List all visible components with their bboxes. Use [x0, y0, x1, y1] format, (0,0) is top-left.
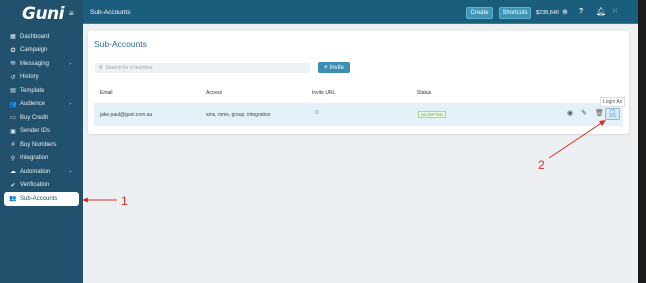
check-circle-icon: ✔ — [10, 182, 16, 189]
sidebar-item-label: Sender IDs — [20, 128, 51, 135]
guni-logo[interactable]: Guni — [22, 4, 65, 24]
sidebar-item-integration[interactable]: ⚲ Integration — [0, 152, 83, 166]
eye-icon[interactable]: ◉ — [567, 110, 573, 117]
sidebar-item-verification[interactable]: ✔ Verification — [0, 179, 83, 193]
sidebar-item-label: Automation — [20, 168, 51, 175]
chevron-right-icon: › — [69, 101, 71, 108]
sub-accounts-icon: 👥 — [9, 196, 17, 203]
sender-id-icon: ▣ — [10, 128, 16, 135]
row-access: sms, mms, group, integration — [206, 112, 271, 118]
invite-button[interactable]: + Invite — [318, 62, 350, 73]
search-input[interactable]: ⚲ Search for a member — [95, 63, 310, 73]
sidebar-item-messaging[interactable]: ✉ Messaging › — [0, 57, 83, 71]
status-badge: ACCEPTED — [418, 111, 446, 118]
create-button[interactable]: Create — [466, 7, 493, 19]
sidebar-item-dashboard[interactable]: ▦ Dashboard — [0, 30, 83, 44]
sidebar-item-buy-numbers[interactable]: # Buy Numbers — [0, 138, 83, 152]
chevron-right-icon: › — [69, 168, 71, 175]
invite-url-icon[interactable]: ↄ — [315, 109, 319, 116]
invite-button-label: Invite — [329, 64, 344, 71]
apps-grid-icon[interactable]: ⁙ — [612, 8, 618, 16]
sidebar-item-label: Dashboard — [20, 33, 50, 40]
sidebar-item-sender-ids[interactable]: ▣ Sender IDs — [0, 125, 83, 139]
sidebar-item-audience[interactable]: 👥 Audience › — [0, 98, 83, 112]
top-bar: Sub-Accounts Create Shortcuts $238,640 ⊕… — [83, 0, 638, 24]
search-placeholder: Search for a member — [105, 65, 153, 71]
column-header-invite-url: Invite URL — [312, 90, 336, 96]
sidebar-item-label: Buy Numbers — [20, 141, 57, 148]
sidebar-item-campaign[interactable]: ✪ Campaign — [0, 44, 83, 58]
sidebar-item-label: Audience — [20, 101, 46, 108]
topbar-title: Sub-Accounts — [90, 9, 131, 16]
hash-icon: # — [11, 141, 15, 148]
column-header-status: Status — [417, 90, 432, 96]
table-row — [94, 103, 623, 126]
sidebar-item-history[interactable]: ↺ History — [0, 71, 83, 85]
cloud-icon: ☁ — [10, 169, 16, 176]
login-as-tooltip: Login As — [600, 97, 626, 107]
sidebar-nav: ▦ Dashboard ✪ Campaign ✉ Messaging › ↺ H… — [0, 30, 83, 206]
window-edge — [638, 0, 646, 283]
history-icon: ↺ — [10, 74, 16, 81]
template-icon: ▤ — [10, 88, 16, 95]
edit-icon[interactable]: ✎ — [581, 110, 587, 117]
sidebar-item-buy-credit[interactable]: ▭ Buy Credit — [0, 111, 83, 125]
column-header-email: Email — [100, 90, 113, 96]
trash-icon[interactable]: 🗑︎ — [595, 110, 604, 117]
sidebar-item-label: Verification — [20, 182, 50, 189]
search-icon: ⚲ — [99, 65, 103, 71]
shortcuts-button[interactable]: Shortcuts — [499, 7, 531, 19]
column-header-access: Access — [206, 90, 223, 96]
sidebar: Guni ≡ ▦ Dashboard ✪ Campaign ✉ Messagin… — [0, 0, 83, 283]
sidebar-item-template[interactable]: ▤ Template — [0, 84, 83, 98]
message-icon: ✉ — [10, 61, 16, 68]
bell-icon[interactable]: 🔔︎ — [596, 8, 606, 16]
chevron-right-icon: › — [69, 60, 71, 67]
row-email: jake.paul@guni.com.au — [100, 112, 153, 118]
add-credit-icon[interactable]: ⊕ — [562, 9, 568, 17]
sidebar-item-label: Template — [20, 87, 45, 94]
sidebar-item-label: History — [20, 74, 39, 81]
plus-icon: + — [324, 64, 328, 71]
grid-icon: ▦ — [10, 34, 16, 41]
help-icon[interactable]: ? — [579, 8, 583, 16]
sidebar-item-label: Sub-Accounts — [20, 195, 58, 202]
sidebar-item-sub-accounts[interactable]: 👥 Sub-Accounts — [4, 192, 79, 206]
sidebar-item-label: Buy Credit — [20, 114, 49, 121]
credit-card-icon: ▭ — [10, 115, 16, 122]
balance-display: $238,640 — [536, 10, 559, 16]
annotation-number-1: 1 — [121, 194, 128, 208]
login-as-icon: 👤︎ — [608, 110, 617, 117]
sidebar-item-label: Messaging — [20, 60, 50, 67]
sidebar-item-label: Campaign — [20, 47, 48, 54]
audience-icon: 👥 — [9, 101, 17, 108]
plug-icon: ⚲ — [10, 155, 16, 162]
page-title: Sub-Accounts — [94, 39, 147, 49]
sidebar-item-automation[interactable]: ☁ Automation › — [0, 165, 83, 179]
sub-accounts-card: Sub-Accounts ⚲ Search for a member + Inv… — [88, 31, 629, 134]
sidebar-item-label: Integration — [20, 155, 49, 162]
hamburger-menu-icon[interactable]: ≡ — [69, 10, 75, 18]
campaign-icon: ✪ — [10, 47, 16, 54]
annotation-number-2: 2 — [538, 158, 545, 172]
